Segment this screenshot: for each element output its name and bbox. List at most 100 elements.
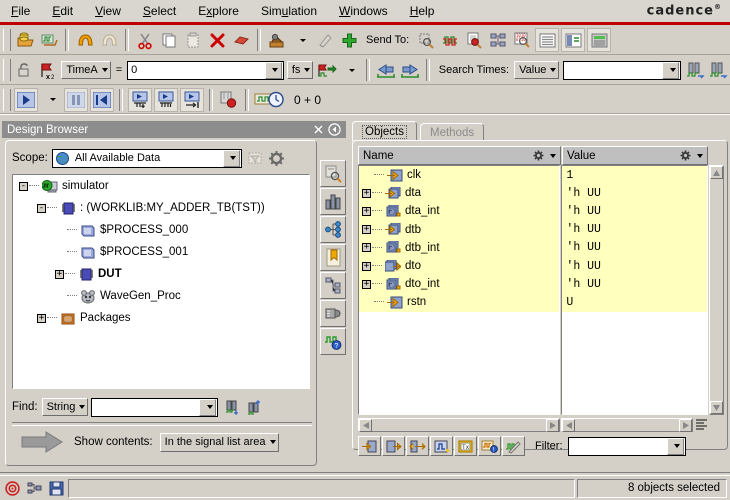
menu-select[interactable]: Select	[132, 2, 187, 20]
design-hierarchy-tree[interactable]: - simulator -: (WORKLIB:MY_ADDER_TB(TST)) $…	[12, 174, 310, 389]
table-row[interactable]: + dtb_int	[359, 239, 559, 257]
tree-node[interactable]: $PROCESS_001	[13, 241, 309, 263]
schematic-probe-icon[interactable]	[502, 436, 525, 456]
scroll-right-arrow[interactable]	[679, 418, 692, 432]
hierarchy-icon[interactable]	[320, 188, 346, 215]
delete-icon[interactable]	[206, 29, 228, 51]
browse-scope-icon[interactable]	[320, 160, 346, 187]
probe-icon[interactable]	[266, 29, 288, 51]
waveform-help-icon[interactable]: ?	[320, 328, 346, 355]
table-cell-value[interactable]: 'h UU	[562, 257, 707, 275]
table-row[interactable]: + dto	[359, 257, 559, 275]
send-to-waveform-icon[interactable]	[439, 29, 461, 51]
goto-marker-caret[interactable]	[340, 59, 361, 81]
lock-icon[interactable]	[14, 59, 35, 81]
toolbar-grip[interactable]	[3, 29, 11, 51]
search-backward-icon[interactable]	[684, 59, 705, 81]
table-cell-value[interactable]: 'h UU	[562, 221, 707, 239]
find-previous-icon[interactable]	[244, 396, 264, 418]
table-cell-value[interactable]: 'h UU	[562, 184, 707, 202]
toolbar-grip[interactable]	[3, 88, 11, 111]
table-cell-value[interactable]: 'h UU	[562, 275, 707, 293]
table-row[interactable]: + dta_int	[359, 202, 559, 220]
goto-marker-icon[interactable]	[316, 59, 337, 81]
send-to-watch-icon[interactable]	[561, 28, 586, 52]
send-to-right-icon[interactable]	[382, 436, 405, 456]
cut-icon[interactable]	[134, 29, 156, 51]
row-expander[interactable]: +	[362, 188, 371, 198]
tree-expander[interactable]: -	[37, 203, 46, 213]
register-watch-icon[interactable]: !	[478, 436, 501, 456]
send-to-source-browser-icon[interactable]	[463, 29, 485, 51]
tree-node[interactable]: $PROCESS_000	[13, 219, 309, 241]
time-marker-select[interactable]: TimeA	[61, 61, 111, 79]
bookmark-icon[interactable]	[320, 244, 346, 271]
marker-x2-icon[interactable]: x 2	[37, 59, 58, 81]
row-expander[interactable]: +	[362, 206, 371, 216]
tree-expander[interactable]: -	[19, 181, 28, 191]
column-header-value[interactable]: Value	[562, 146, 708, 165]
close-icon[interactable]	[310, 122, 326, 137]
send-to-register-icon[interactable]: 1010 0110	[511, 29, 533, 51]
signal-tree-icon[interactable]	[320, 216, 346, 243]
scroll-down-arrow[interactable]	[710, 401, 723, 414]
save-icon[interactable]	[46, 479, 66, 498]
menu-simulation[interactable]: Simulation	[250, 2, 328, 20]
gear-icon[interactable]	[680, 150, 691, 161]
gear-icon[interactable]	[267, 147, 287, 169]
show-contents-select[interactable]: In the signal list area	[159, 432, 279, 452]
send-to-memory-icon[interactable]	[587, 28, 612, 52]
send-to-list-icon[interactable]	[535, 28, 560, 52]
table-cell-value[interactable]: U	[562, 293, 707, 311]
send-to-waveform-icon[interactable]	[358, 436, 381, 456]
value-rows[interactable]: 1'h UU'h UU'h UU'h UU'h UU'h UU U	[562, 166, 707, 312]
name-rows[interactable]: clk + dta + dta_int + dtb + dtb_int + dto + dto_int r…	[359, 166, 560, 312]
create-probe-icon[interactable]	[314, 29, 336, 51]
search-forward-icon[interactable]	[708, 59, 729, 81]
transaction-icon[interactable]: Tx	[454, 436, 477, 456]
scroll-left-arrow[interactable]	[359, 418, 372, 432]
previous-edge-icon[interactable]	[375, 59, 397, 81]
table-row[interactable]: + dto_int	[359, 275, 559, 293]
menu-help[interactable]: Help	[399, 2, 446, 20]
open-database-icon[interactable]	[14, 29, 36, 51]
time-value-input[interactable]: 0	[127, 60, 284, 80]
time-unit-select[interactable]: fs	[286, 61, 314, 79]
reconnect-icon[interactable]	[24, 479, 44, 498]
send-to-design-browser-icon[interactable]	[487, 29, 509, 51]
open-waveform-icon[interactable]	[38, 29, 60, 51]
menu-windows[interactable]: Windows	[328, 2, 399, 20]
undo-icon[interactable]	[74, 29, 96, 51]
chevron-down-icon[interactable]	[199, 398, 217, 416]
table-row[interactable]: + dtb	[359, 221, 559, 239]
table-cell-value[interactable]: 1	[562, 166, 707, 184]
memory-view-icon[interactable]	[320, 300, 346, 327]
send-both-icon[interactable]	[406, 436, 429, 456]
tree-node[interactable]: + DUT	[13, 263, 309, 285]
row-expander[interactable]: +	[362, 261, 371, 271]
redo-icon[interactable]	[98, 29, 120, 51]
target-icon[interactable]	[2, 479, 22, 498]
run-menu-caret[interactable]	[40, 89, 62, 111]
find-next-icon[interactable]	[222, 396, 242, 418]
probe-menu-caret[interactable]	[290, 29, 312, 51]
add-icon[interactable]	[338, 29, 360, 51]
pause-icon[interactable]	[64, 87, 88, 112]
tree-expander[interactable]: +	[55, 269, 64, 279]
objects-vertical-scrollbar[interactable]	[709, 165, 724, 415]
find-mode-select[interactable]: String	[41, 398, 89, 416]
stop-icon[interactable]	[218, 89, 240, 111]
schematic-tree-icon[interactable]	[320, 272, 346, 299]
row-expander[interactable]: +	[362, 243, 371, 253]
chevron-down-icon[interactable]	[222, 149, 240, 167]
tab-objects[interactable]: Objects	[352, 121, 417, 141]
paste-icon[interactable]	[182, 29, 204, 51]
tab-methods[interactable]: Methods	[420, 123, 485, 141]
table-cell-value[interactable]: 'h UU	[562, 239, 707, 257]
table-row[interactable]: rstn	[359, 293, 559, 311]
waveform-window-icon[interactable]	[430, 436, 453, 456]
step-into-icon[interactable]	[128, 87, 152, 112]
scroll-right-arrow[interactable]	[546, 418, 559, 432]
chevron-down-icon[interactable]	[666, 437, 684, 455]
list-options-icon[interactable]	[696, 419, 707, 431]
